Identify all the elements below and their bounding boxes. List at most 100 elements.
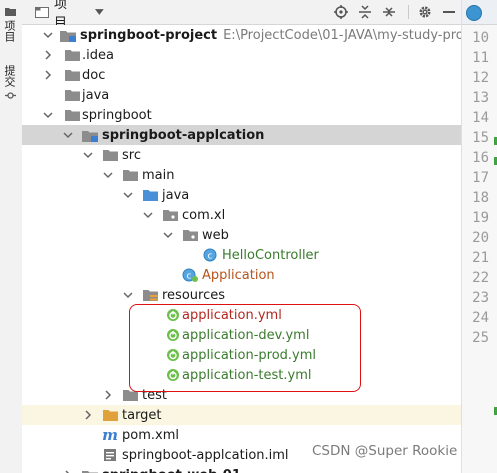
tree-row-target[interactable]: target xyxy=(22,405,461,425)
tree-row-web[interactable]: web xyxy=(22,225,461,245)
folder-icon xyxy=(64,105,80,125)
tree-row-next[interactable]: springboot-web-01 xyxy=(22,465,461,473)
chevron-right-icon[interactable] xyxy=(42,65,54,85)
line-number: 20 xyxy=(472,230,489,246)
chevron-down-icon[interactable] xyxy=(42,105,54,125)
tab-commit[interactable]: 提交 xyxy=(3,65,19,87)
chevron-right-icon[interactable] xyxy=(82,405,94,425)
tree-row-root[interactable]: springboot-project E:\ProjectCode\01-JAVA… xyxy=(22,25,461,45)
module-folder-icon xyxy=(82,125,98,145)
expand-all-icon[interactable] xyxy=(356,0,374,24)
tree-row-java-top[interactable]: java xyxy=(22,85,461,105)
tree-label-resources: resources xyxy=(162,287,226,303)
chevron-right-icon[interactable] xyxy=(62,465,74,473)
tree-row-springboot[interactable]: springboot xyxy=(22,105,461,125)
chevron-down-icon[interactable] xyxy=(122,285,134,305)
chevron-down-icon[interactable] xyxy=(122,185,134,205)
package-icon xyxy=(182,225,198,245)
editor-gutter: 10 11 12 13 14 15 16 17 18 19 20 21 22 23 24 25 xyxy=(461,0,497,473)
chevron-right-icon[interactable] xyxy=(42,45,54,65)
line-number: 14 xyxy=(472,110,489,126)
line-number: 13 xyxy=(472,90,489,106)
tree-row-application[interactable]: c Application xyxy=(22,265,461,285)
tree-row-main[interactable]: main xyxy=(22,165,461,185)
left-tool-strip: 项目 提交 xyxy=(0,0,23,473)
class-file-icon xyxy=(466,5,482,21)
package-icon xyxy=(162,205,178,225)
line-number: 12 xyxy=(472,70,489,86)
chevron-down-icon[interactable] xyxy=(142,205,154,225)
tree-label-springboot: springboot xyxy=(82,107,152,123)
folder-icon xyxy=(64,65,80,85)
tree-label-java: java xyxy=(162,187,190,203)
folder-icon xyxy=(102,145,118,165)
tree-row-src[interactable]: src xyxy=(22,145,461,165)
tree-row-java[interactable]: java xyxy=(22,185,461,205)
chevron-down-icon[interactable] xyxy=(62,125,74,145)
line-number: 11 xyxy=(472,50,489,66)
line-number: 25 xyxy=(472,330,489,346)
locate-icon[interactable] xyxy=(332,0,350,24)
line-number: 18 xyxy=(472,190,489,206)
line-number: 17 xyxy=(472,170,489,186)
tree-label-target: target xyxy=(122,407,162,423)
tab-commit-label: 提交 xyxy=(3,65,16,87)
line-number: 24 xyxy=(472,310,489,326)
tree-label-hello: HelloController xyxy=(222,247,319,263)
tree-label-root: springboot-project E:\ProjectCode\01-JAVA… xyxy=(80,25,461,45)
tree-row-resources[interactable]: resources xyxy=(22,285,461,305)
tree-row-hello[interactable]: c HelloController xyxy=(22,245,461,265)
watermark: CSDN @Super Rookie xyxy=(312,443,458,459)
resources-folder-icon xyxy=(142,285,158,305)
maven-icon: m xyxy=(102,426,118,444)
line-number: 22 xyxy=(472,270,489,286)
line-number: 16 xyxy=(472,150,489,166)
tree-row-package[interactable]: com.xl xyxy=(22,205,461,225)
tree-label-next: springboot-web-01 xyxy=(102,465,241,473)
svg-text:c: c xyxy=(187,272,192,282)
tree-label-package: com.xl xyxy=(182,207,226,223)
tree-label-doc: doc xyxy=(82,67,106,83)
module-folder-icon xyxy=(60,25,76,45)
tree-label-application: Application xyxy=(202,267,275,283)
tree-label-idea: .idea xyxy=(82,47,114,63)
chevron-right-icon[interactable] xyxy=(102,385,114,405)
tree-row-idea[interactable]: .idea xyxy=(22,45,461,65)
project-view-selector[interactable]: 项目 xyxy=(54,0,104,31)
tree-label-java-top: java xyxy=(82,87,110,103)
minimize-icon[interactable] xyxy=(440,0,458,24)
project-view-icon xyxy=(34,0,50,24)
tree-label-web: web xyxy=(202,227,229,243)
gear-icon[interactable] xyxy=(416,0,434,24)
tree-row-module[interactable]: springboot-applcation xyxy=(22,125,461,145)
excluded-folder-icon xyxy=(102,405,118,425)
chevron-down-icon[interactable] xyxy=(82,145,94,165)
chevron-down-icon[interactable] xyxy=(162,225,174,245)
collapse-all-icon[interactable] xyxy=(380,0,398,24)
line-number: 19 xyxy=(472,210,489,226)
folder-icon xyxy=(64,85,80,105)
tree-label-iml: springboot-applcation.iml xyxy=(122,447,289,463)
source-folder-icon xyxy=(142,185,158,205)
project-toolbar: 项目 xyxy=(22,0,461,31)
tab-project[interactable]: 项目 xyxy=(3,20,19,42)
root-name: springboot-project xyxy=(80,27,218,43)
highlight-box xyxy=(129,304,361,392)
module-file-icon xyxy=(102,445,118,465)
folder-icon xyxy=(64,45,80,65)
chevron-down-icon xyxy=(95,9,104,15)
line-number: 10 xyxy=(472,30,489,46)
folder-icon xyxy=(5,8,16,16)
chevron-down-icon[interactable] xyxy=(42,25,54,45)
editor-tab-fragment[interactable] xyxy=(462,0,497,25)
tree-label-main: main xyxy=(142,167,175,183)
tree-label-module: springboot-applcation xyxy=(102,127,265,143)
chevron-down-icon[interactable] xyxy=(102,165,114,185)
project-tree[interactable]: springboot-project E:\ProjectCode\01-JAVA… xyxy=(22,25,461,473)
tree-row-pom[interactable]: m pom.xml xyxy=(22,425,461,445)
class-icon: c xyxy=(202,245,218,265)
spring-class-icon: c xyxy=(182,265,198,285)
tree-row-doc[interactable]: doc xyxy=(22,65,461,85)
commit-icon xyxy=(5,92,16,99)
line-number: 23 xyxy=(472,290,489,306)
